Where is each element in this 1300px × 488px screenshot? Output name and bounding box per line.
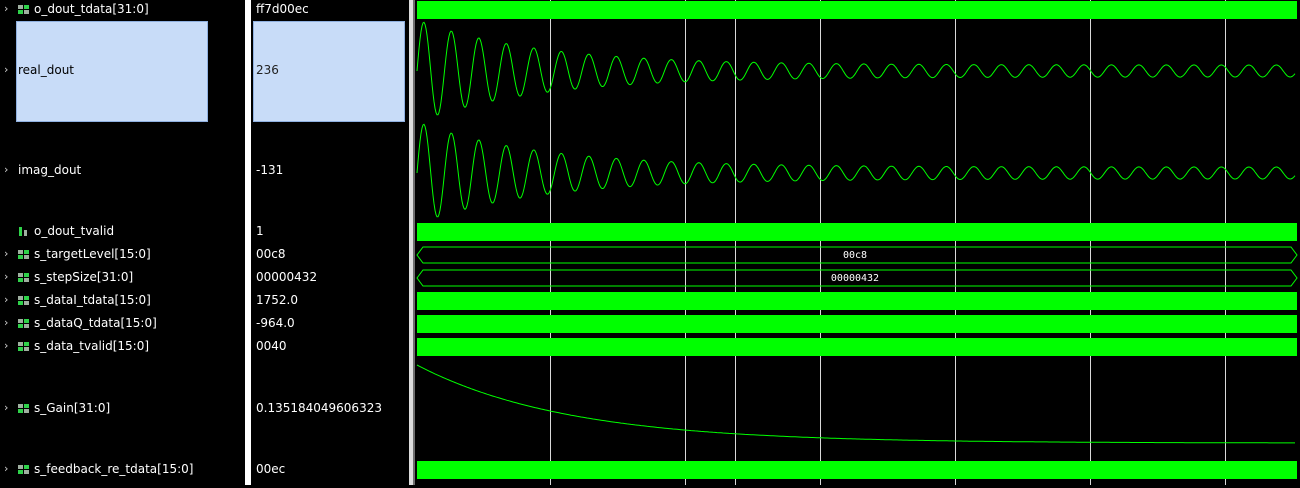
signal-name: s_dataI_tdata[15:0]	[34, 293, 151, 307]
bus-icon	[18, 341, 30, 352]
waveform-trace[interactable]	[417, 223, 1297, 241]
signal-name-row[interactable]: › imag_dout	[0, 122, 245, 224]
signal-value: 00ec	[256, 462, 286, 476]
signal-name: s_stepSize[31:0]	[34, 270, 134, 284]
signal-value: ff7d00ec	[256, 2, 309, 16]
expand-chevron-icon[interactable]: ›	[4, 316, 8, 329]
bus-icon	[18, 272, 30, 283]
signal-name: o_dout_tdata[31:0]	[34, 2, 149, 16]
waveform-trace[interactable]	[417, 292, 1297, 310]
signal-value-row[interactable]: 236	[251, 20, 409, 122]
expand-chevron-icon[interactable]: ›	[4, 163, 8, 176]
signal-value: 1752.0	[256, 293, 298, 307]
signal-value-panel: ff7d00ec 236 -131 1 00c8 00000432 1752.0 -964.0…	[251, 0, 409, 485]
signal-name-row[interactable]: › real_dout	[0, 20, 245, 122]
signal-value-row[interactable]: 00c8	[251, 246, 409, 268]
signal-name-row[interactable]: › s_dataI_tdata[15:0]	[0, 291, 245, 313]
signal-name-row[interactable]: › s_stepSize[31:0]	[0, 268, 245, 290]
signal-name-row[interactable]: › s_data_tvalid[15:0]	[0, 336, 245, 358]
signal-name-row[interactable]: › o_dout_tdata[31:0]	[0, 0, 245, 20]
signal-name-row[interactable]: › s_dataQ_tdata[15:0]	[0, 313, 245, 335]
signal-value: 00000432	[256, 270, 318, 284]
signal-value-row[interactable]: 0.135184049606323	[251, 358, 409, 458]
waveform-panel[interactable]: 00c8 00000432	[415, 0, 1300, 485]
signal-value: 0.135184049606323	[256, 401, 382, 415]
expand-chevron-icon[interactable]: ›	[4, 401, 8, 414]
bus-icon	[18, 295, 30, 306]
signal-value-row[interactable]: 1752.0	[251, 291, 409, 313]
signal-value: 0040	[256, 339, 287, 353]
waveform-trace[interactable]	[417, 461, 1297, 479]
signal-name: s_feedback_re_tdata[15:0]	[34, 462, 194, 476]
waveform-trace[interactable]	[417, 338, 1297, 356]
signal-value-row[interactable]: 1	[251, 224, 409, 246]
signal-value-row[interactable]: 00ec	[251, 458, 409, 485]
waveform-bus-value: 00c8	[843, 250, 867, 261]
signal-value: -964.0	[256, 316, 295, 330]
signal-name: s_targetLevel[15:0]	[34, 247, 151, 261]
waveform-trace[interactable]	[416, 21, 1296, 116]
signal-value-row[interactable]: 0040	[251, 336, 409, 358]
signal-name: s_Gain[31:0]	[34, 401, 111, 415]
signal-value: 00c8	[256, 247, 286, 261]
waveform-trace[interactable]	[417, 1, 1297, 19]
bus-icon	[18, 249, 30, 260]
waveform-canvas[interactable]: 00c8 00000432	[415, 0, 1300, 485]
signal-value-row[interactable]: -131	[251, 122, 409, 224]
signal-value: -131	[256, 163, 284, 177]
signal-name: imag_dout	[18, 163, 82, 177]
bus-icon	[18, 464, 30, 475]
waveform-bus-value: 00000432	[831, 273, 879, 284]
waveform-trace[interactable]	[417, 315, 1297, 333]
waveform-trace[interactable]	[416, 364, 1295, 444]
expand-chevron-icon[interactable]: ›	[4, 2, 8, 15]
signal-name-row[interactable]: › s_feedback_re_tdata[15:0]	[0, 458, 245, 485]
signal-value-row[interactable]: -964.0	[251, 313, 409, 335]
signal-value-row[interactable]: ff7d00ec	[251, 0, 409, 20]
signal-name: s_dataQ_tdata[15:0]	[34, 316, 157, 330]
waveform-trace[interactable]	[416, 123, 1296, 218]
signal-value: 236	[256, 63, 279, 77]
bus-icon	[18, 318, 30, 329]
signal-name-row[interactable]: › s_targetLevel[15:0]	[0, 246, 245, 268]
expand-chevron-icon[interactable]: ›	[4, 339, 8, 352]
expand-chevron-icon[interactable]: ›	[4, 63, 8, 76]
expand-chevron-icon[interactable]: ›	[4, 270, 8, 283]
signal-name: s_data_tvalid[15:0]	[34, 339, 150, 353]
expand-chevron-icon[interactable]: ›	[4, 247, 8, 260]
expand-chevron-icon[interactable]: ›	[4, 462, 8, 475]
signal-name: real_dout	[18, 63, 75, 77]
bus-icon	[18, 403, 30, 414]
signal-name-panel: › o_dout_tdata[31:0] › real_dout › imag_douto…	[0, 0, 245, 485]
expand-chevron-icon[interactable]: ›	[4, 293, 8, 306]
signal-name-row[interactable]: o_dout_tvalid	[0, 224, 245, 246]
bit-icon	[18, 226, 30, 237]
signal-value: 1	[256, 224, 264, 238]
signal-name-row[interactable]: › s_Gain[31:0]	[0, 358, 245, 458]
signal-value-row[interactable]: 00000432	[251, 268, 409, 290]
signal-name: o_dout_tvalid	[34, 224, 115, 238]
bus-icon	[18, 4, 30, 15]
